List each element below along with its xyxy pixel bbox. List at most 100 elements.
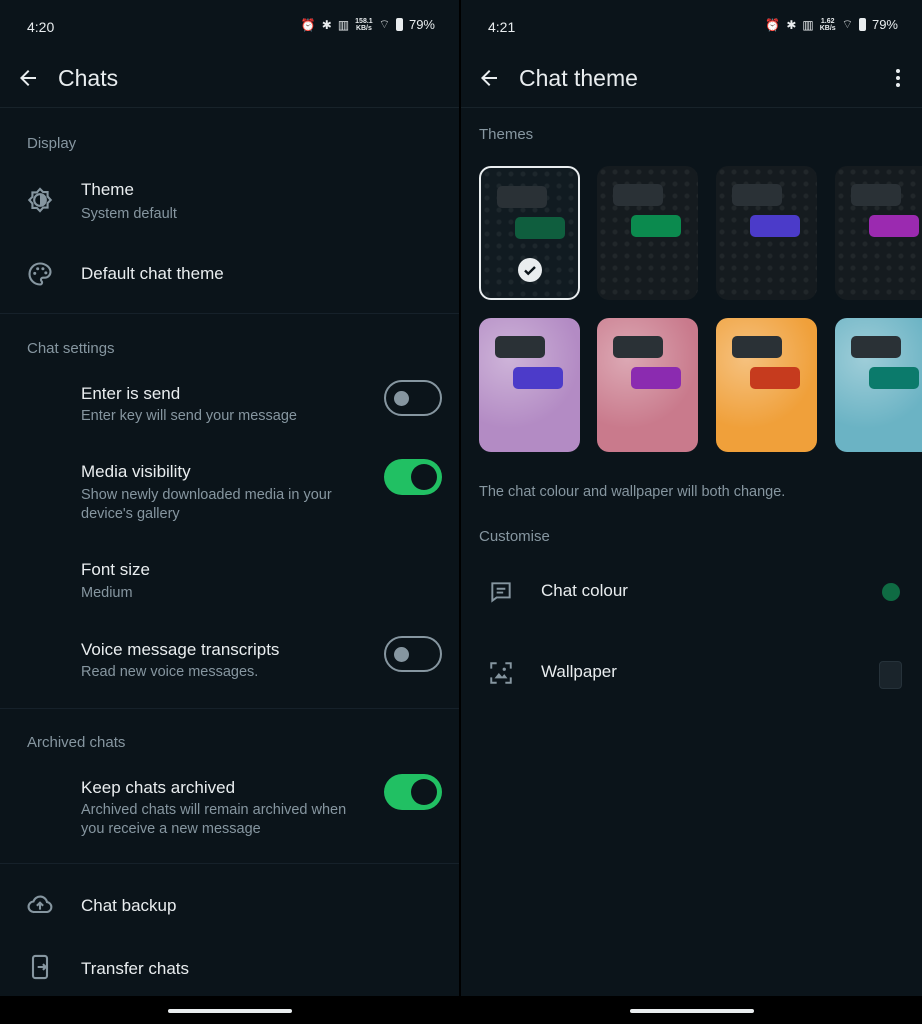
- voice-transcripts-description: Read new voice messages.: [81, 664, 259, 680]
- more-options-icon[interactable]: [888, 66, 908, 90]
- toggle-knob: [394, 391, 409, 406]
- theme-title: Theme: [81, 180, 134, 199]
- back-arrow-icon[interactable]: [477, 66, 501, 90]
- incoming-bubble-preview: [732, 184, 782, 206]
- keep-archived-setting[interactable]: Keep chats archived Archived chats will …: [0, 770, 459, 845]
- section-label-customise: Customise: [479, 528, 550, 545]
- vibrate-icon: ▥: [802, 17, 814, 32]
- theme-option-dark-green-selected[interactable]: [479, 166, 580, 300]
- status-bar: 4:20 ⏰ ✱ ▥ 158.1 KB/s ⌔ 79%: [0, 0, 459, 50]
- bluetooth-icon: ✱: [321, 17, 332, 32]
- theme-hint-text: The chat colour and wallpaper will both …: [479, 484, 786, 500]
- voice-transcripts-setting[interactable]: Voice message transcripts Read new voice…: [0, 632, 459, 687]
- app-bar: Chat theme: [461, 50, 922, 108]
- chat-colour-item[interactable]: Chat colour: [461, 562, 922, 622]
- alarm-icon: ⏰: [300, 17, 316, 32]
- outgoing-bubble-preview: [869, 367, 919, 389]
- chat-bubble-icon: [491, 582, 511, 603]
- media-visibility-title: Media visibility: [81, 462, 191, 481]
- status-time: 4:21: [488, 19, 516, 35]
- toggle-knob: [411, 779, 437, 805]
- voice-transcripts-toggle[interactable]: [384, 636, 442, 672]
- network-speed: 158.1 KB/s: [355, 17, 373, 32]
- battery-percent: 79%: [871, 17, 898, 32]
- section-label-chat-settings: Chat settings: [27, 340, 115, 357]
- media-visibility-toggle[interactable]: [384, 459, 442, 495]
- transfer-chats-title: Transfer chats: [81, 959, 190, 978]
- keep-archived-description: Archived chats will remain archived when…: [81, 802, 347, 837]
- outgoing-bubble-preview: [869, 215, 919, 237]
- theme-value: System default: [81, 206, 177, 222]
- divider: [0, 863, 459, 864]
- page-title: Chats: [58, 65, 119, 91]
- incoming-bubble-preview: [851, 336, 901, 358]
- outgoing-bubble-preview: [631, 367, 681, 389]
- chat-theme-screen: 4:21 ⏰ ✱ ▥ 1.62 KB/s ⌔ 79% Chat theme The…: [461, 0, 922, 1024]
- wallpaper-thumbnail: [879, 661, 902, 689]
- transfer-chats-item[interactable]: Transfer chats: [0, 943, 459, 993]
- theme-option-dark-magenta[interactable]: [835, 166, 922, 300]
- alarm-icon: ⏰: [765, 17, 781, 32]
- enter-is-send-setting[interactable]: Enter is send Enter key will send your m…: [0, 375, 459, 435]
- toggle-knob: [394, 647, 409, 662]
- chat-backup-title: Chat backup: [81, 896, 177, 915]
- outgoing-bubble-preview: [750, 367, 800, 389]
- section-label-display: Display: [27, 135, 77, 152]
- default-chat-theme-setting[interactable]: Default chat theme: [0, 248, 459, 298]
- app-bar: Chats: [0, 50, 459, 108]
- chats-settings-screen: 4:20 ⏰ ✱ ▥ 158.1 KB/s ⌔ 79% Chats Display…: [0, 0, 459, 1024]
- media-visibility-description: Show newly downloaded media in your devi…: [81, 487, 332, 522]
- keep-archived-toggle[interactable]: [384, 774, 442, 810]
- theme-setting[interactable]: Theme System default: [0, 170, 459, 232]
- chat-colour-title: Chat colour: [541, 581, 628, 600]
- vibrate-icon: ▥: [337, 17, 350, 32]
- font-size-title: Font size: [81, 560, 150, 579]
- incoming-bubble-preview: [613, 336, 663, 358]
- page-title: Chat theme: [519, 65, 638, 91]
- section-label-archived: Archived chats: [27, 734, 126, 751]
- palette-icon: [28, 262, 52, 286]
- cloud-upload-icon: [27, 895, 53, 914]
- gesture-bar: [461, 996, 922, 1024]
- status-time: 4:20: [27, 19, 55, 35]
- enter-is-send-description: Enter key will send your message: [81, 408, 297, 424]
- gesture-bar: [0, 996, 459, 1024]
- divider: [0, 313, 459, 314]
- divider: [0, 708, 459, 709]
- status-icons: ⏰ ✱ ▥ 158.1 KB/s ⌔ 79%: [301, 17, 435, 32]
- wallpaper-item[interactable]: Wallpaper: [461, 643, 922, 703]
- theme-option-dark-green[interactable]: [597, 166, 698, 300]
- chat-colour-swatch: [882, 583, 900, 601]
- incoming-bubble-preview: [732, 336, 782, 358]
- status-icons: ⏰ ✱ ▥ 1.62 KB/s ⌔ 79%: [765, 17, 898, 32]
- battery-percent: 79%: [408, 17, 435, 32]
- enter-is-send-toggle[interactable]: [384, 380, 442, 416]
- toggle-knob: [411, 464, 437, 490]
- font-size-setting[interactable]: Font size Medium: [0, 555, 459, 605]
- battery-icon: [858, 18, 866, 31]
- battery-icon: [395, 18, 403, 31]
- theme-option-beach[interactable]: [835, 318, 922, 452]
- theme-option-dark-purple[interactable]: [716, 166, 817, 300]
- wifi-icon: ⌔: [378, 17, 390, 31]
- check-icon: [518, 258, 542, 282]
- home-indicator[interactable]: [629, 1009, 754, 1013]
- voice-transcripts-title: Voice message transcripts: [81, 640, 280, 659]
- wallpaper-title: Wallpaper: [541, 662, 617, 681]
- theme-option-pastel-purple[interactable]: [479, 318, 580, 452]
- media-visibility-setting[interactable]: Media visibility Show newly downloaded m…: [0, 455, 459, 530]
- back-arrow-icon[interactable]: [16, 66, 40, 90]
- theme-option-orange-flower[interactable]: [716, 318, 817, 452]
- incoming-bubble-preview: [497, 186, 547, 208]
- status-bar: 4:21 ⏰ ✱ ▥ 1.62 KB/s ⌔ 79%: [461, 0, 922, 50]
- outgoing-bubble-preview: [515, 217, 565, 239]
- incoming-bubble-preview: [851, 184, 901, 206]
- wifi-icon: ⌔: [841, 17, 853, 31]
- theme-option-pink-floral[interactable]: [597, 318, 698, 452]
- incoming-bubble-preview: [495, 336, 545, 358]
- home-indicator[interactable]: [167, 1009, 292, 1013]
- chat-backup-item[interactable]: Chat backup: [0, 880, 459, 930]
- brightness-icon: [27, 187, 53, 213]
- incoming-bubble-preview: [613, 184, 663, 206]
- outgoing-bubble-preview: [513, 367, 563, 389]
